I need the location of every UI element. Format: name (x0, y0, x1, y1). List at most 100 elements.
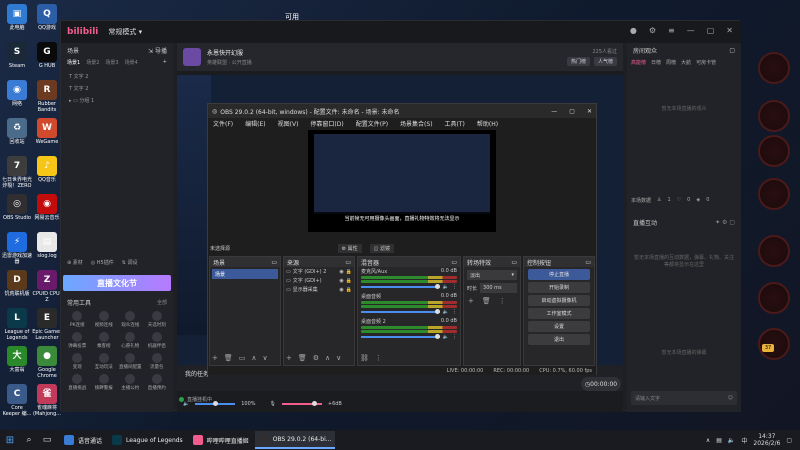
channel-volume-slider[interactable] (361, 284, 440, 289)
my-tasks-label[interactable]: 我的任务 (185, 369, 209, 378)
obs-control-button[interactable]: 退出 (528, 334, 590, 345)
tool-item[interactable]: 主播公约 (118, 374, 143, 391)
obs-menu-item[interactable]: 编辑(E) (245, 119, 265, 128)
desktop-icon[interactable]: ▤ slog.log (32, 232, 62, 259)
dock-menu-icon[interactable]: ▭ (511, 259, 517, 266)
desktop-icon[interactable]: GG HUB (32, 42, 62, 69)
popout-icon[interactable]: ▢ (729, 47, 735, 54)
gear-icon[interactable]: ⚙ (649, 26, 656, 35)
more-icon[interactable]: ⋮ (452, 334, 457, 340)
desktop-icon[interactable]: ♪ QQ音乐 (32, 156, 62, 183)
desktop-icon[interactable]: ◎ OBS Studio (2, 194, 32, 221)
maximize-icon[interactable]: ▢ (569, 108, 575, 115)
chat-input[interactable]: 请输入文字 ☺ (631, 391, 737, 405)
ime-indicator[interactable]: 中 (741, 436, 747, 445)
up-icon[interactable]: ∧ (325, 354, 330, 362)
close-icon[interactable]: ✕ (726, 26, 733, 35)
desktop-icon[interactable]: D 饥荒联机版 (2, 270, 32, 297)
tool-item[interactable]: 挑衅警报 (92, 374, 117, 391)
speaker-icon[interactable]: 🔈 (728, 437, 735, 444)
chevron-up-icon[interactable]: ∧ (706, 437, 710, 444)
obs-menu-item[interactable]: 停靠窗口(D) (310, 119, 343, 128)
tab-scene-1[interactable]: 场景1 (67, 59, 80, 66)
tools-all-link[interactable]: 全部 (157, 299, 167, 306)
obs-control-button[interactable]: 工作室模式 (528, 308, 590, 319)
lock-icon[interactable]: 🔒 (346, 277, 352, 286)
taskbar-app[interactable]: 语音通话 (60, 431, 106, 449)
desktop-icon[interactable]: R Rubber Bandits (32, 80, 62, 113)
desktop-icon[interactable]: Q QQ游戏 (32, 4, 62, 31)
dock-menu-icon[interactable]: ▭ (345, 259, 351, 266)
tab-scene-2[interactable]: 场景2 (86, 59, 99, 66)
mic-icon[interactable]: 🎙 (270, 401, 276, 407)
lock-icon[interactable]: 🔒 (346, 268, 352, 277)
close-icon[interactable]: ✕ (587, 108, 592, 115)
desktop-icon[interactable]: Z CPUID CPU-Z (32, 270, 62, 303)
taskbar-app[interactable]: League of Legends (108, 431, 187, 449)
tool-item[interactable]: 观众连线 (118, 311, 143, 328)
add-icon[interactable]: + (212, 354, 218, 362)
down-icon[interactable]: ∨ (263, 354, 268, 362)
desktop-icon[interactable]: C Core Keeper 编... (2, 384, 32, 417)
link-icon[interactable]: ⛓ (360, 354, 369, 362)
task-view-icon[interactable]: ▭ (38, 435, 56, 445)
obs-control-button[interactable]: 启动虚拟摄像机 (528, 295, 590, 306)
desktop-icon[interactable]: L League of Legends (2, 308, 32, 341)
desktop-icon[interactable]: 7 七日世界电光炸裂！ZERO (2, 156, 32, 189)
tool-item[interactable]: 变现 (65, 353, 90, 370)
more-icon[interactable]: ⋮ (452, 309, 457, 315)
maximize-icon[interactable]: ▢ (707, 26, 715, 35)
minimize-icon[interactable]: — (687, 26, 695, 35)
tool-item[interactable]: 弹幕投票 (65, 332, 90, 349)
trash-icon[interactable]: 🗑 (298, 354, 307, 362)
minimize-icon[interactable]: — (551, 108, 557, 115)
filter-icon[interactable]: ▭ (239, 354, 246, 362)
obs-menu-item[interactable]: 工具(T) (445, 119, 465, 128)
live-timer-button[interactable]: ◷ 00:00:00 (581, 377, 621, 391)
tool-item[interactable]: 互动玩法 (92, 353, 117, 370)
obs-source-row[interactable]: ▭ 文字 (GDI+) ◉ 🔒 (286, 277, 352, 286)
obs-menu-item[interactable]: 文件(F) (213, 119, 233, 128)
transition-select[interactable]: 淡出 ▾ (467, 270, 517, 280)
adjust-button[interactable]: ⇅ 调设 (122, 259, 138, 266)
source-item[interactable]: T 文字 2 (69, 83, 165, 95)
import-button[interactable]: ⇲ 导播 (148, 46, 167, 55)
add-icon[interactable]: + (286, 354, 292, 362)
add-scene-icon[interactable]: + (163, 59, 167, 65)
tool-item[interactable]: 直播间配置 (118, 353, 143, 370)
filters-button[interactable]: ◫ 滤镜 (369, 243, 394, 253)
desktop-icon[interactable]: ▣ 此电脑 (2, 4, 32, 31)
more-icon[interactable]: ⋮ (499, 297, 506, 305)
dock-menu-icon[interactable]: ▭ (271, 259, 277, 266)
h5-button[interactable]: ◎ H5插件 (91, 259, 114, 266)
network-icon[interactable]: ▤ (716, 437, 722, 444)
obs-menu-item[interactable]: 场景集合(S) (400, 119, 433, 128)
obs-menu-item[interactable]: 帮助(H) (477, 119, 498, 128)
obs-source-row[interactable]: ▭ 文字 (GDI+) 2 ◉ 🔒 (286, 268, 352, 277)
group-item[interactable]: ▸ ▭ 分组 1 (69, 95, 165, 107)
windows-start-icon[interactable]: ⊞ (0, 435, 20, 446)
hot-rank-button[interactable]: 热门榜 (566, 57, 590, 66)
tool-item[interactable]: 乘客榜 (92, 332, 117, 349)
tool-item[interactable]: 直播预约 (145, 374, 170, 391)
room-tab[interactable]: 高能榜 (631, 59, 646, 66)
up-icon[interactable]: ∧ (251, 354, 256, 362)
obs-menu-item[interactable]: 视图(V) (278, 119, 299, 128)
source-item[interactable]: T 文字 2 (69, 71, 165, 83)
properties-button[interactable]: ⚙ 属性 (337, 243, 362, 253)
emoji-icon[interactable]: ☺ (728, 395, 733, 401)
tool-item[interactable]: 直播挑战 (65, 374, 90, 391)
room-tab[interactable]: 周榜 (666, 59, 676, 66)
obs-control-button[interactable]: 开始录制 (528, 282, 590, 293)
desktop-icon[interactable]: ◉ 网络 (2, 80, 32, 107)
channel-volume-slider[interactable] (361, 334, 440, 339)
room-tab[interactable]: 可房卡管 (696, 59, 716, 66)
eye-icon[interactable]: ◉ (339, 286, 343, 295)
tool-item[interactable]: 心愿礼物 (118, 332, 143, 349)
room-tab[interactable]: 大航 (681, 59, 691, 66)
promo-banner[interactable]: 直播文化节 (63, 275, 171, 291)
more-icon[interactable]: ⋮ (452, 284, 457, 290)
tool-item[interactable]: PK连接 (65, 311, 90, 328)
scene-item[interactable]: 场景 (212, 269, 278, 279)
lock-icon[interactable]: 🔒 (346, 286, 352, 295)
